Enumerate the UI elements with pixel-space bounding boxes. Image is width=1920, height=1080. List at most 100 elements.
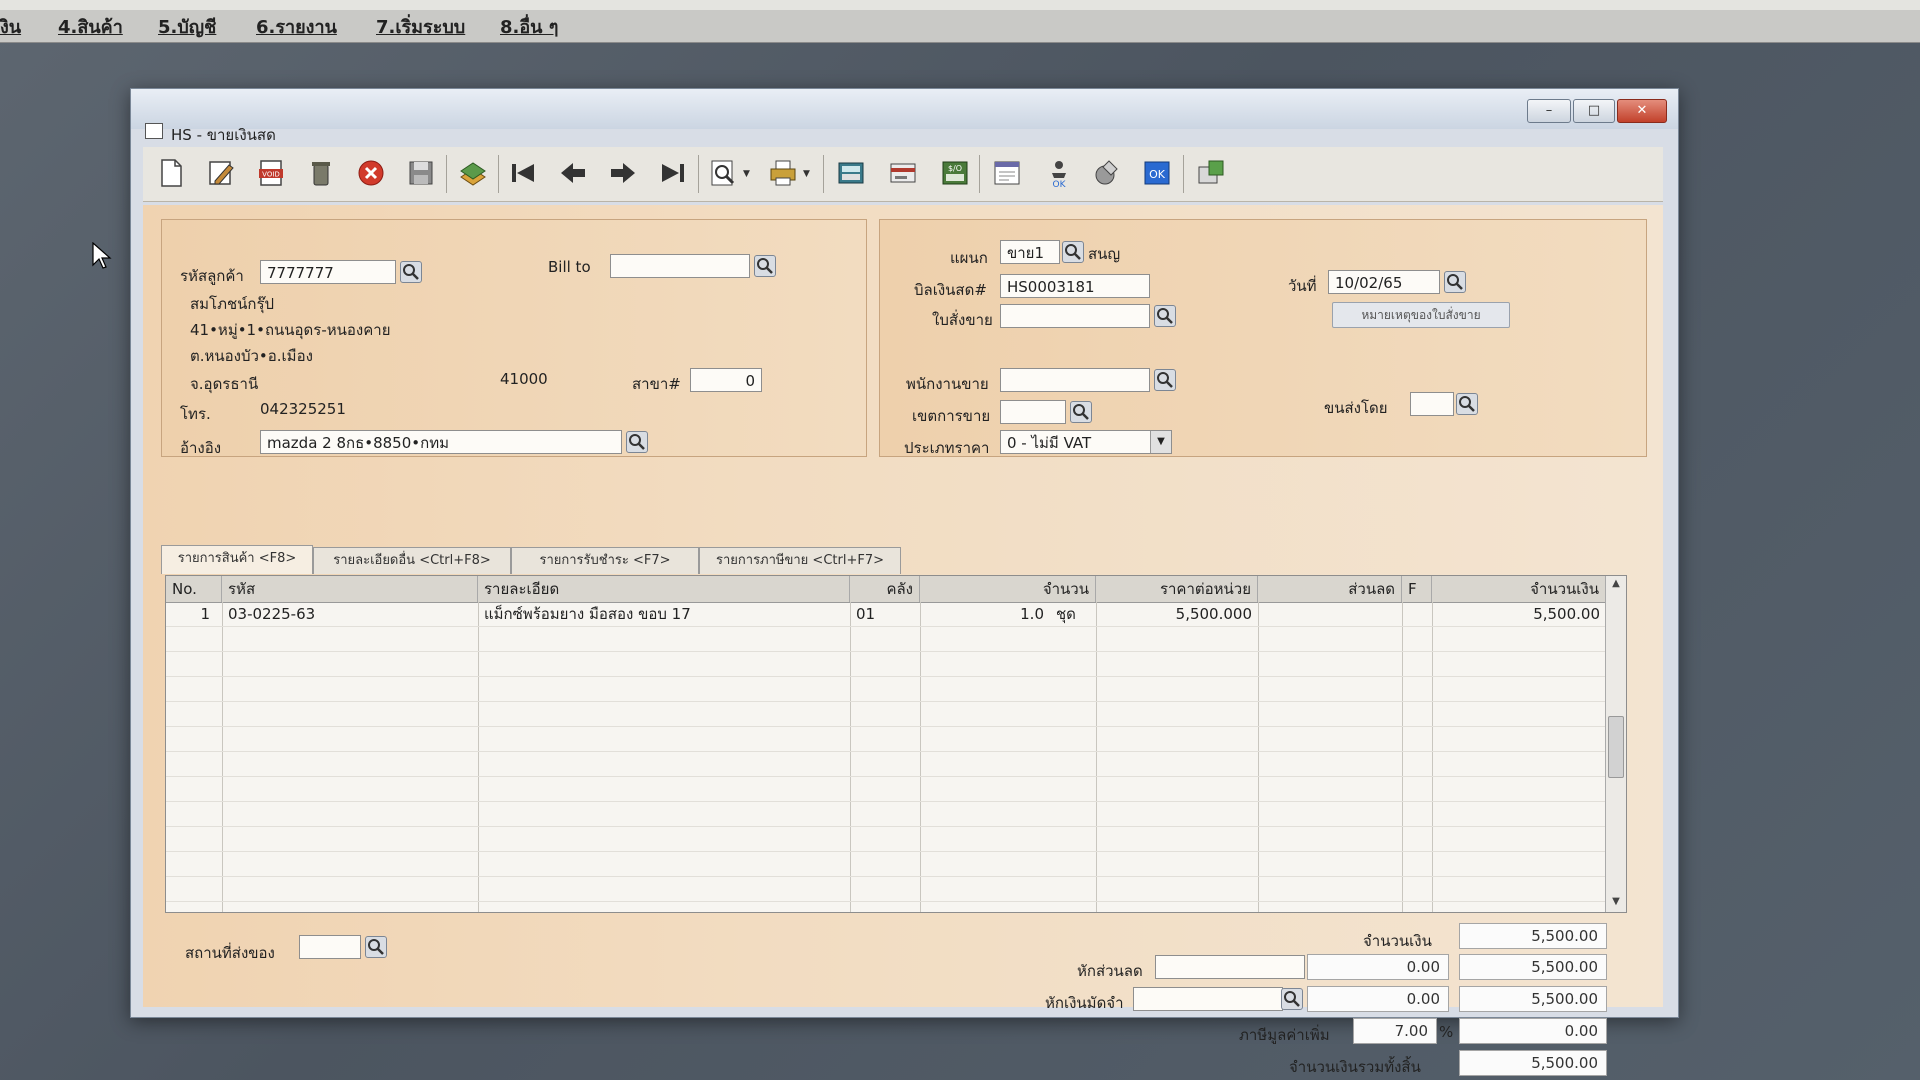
table-row[interactable] — [166, 627, 1606, 652]
last-record-icon[interactable] — [655, 155, 691, 191]
menu-item-setup[interactable]: 7.เริ่มระบบ — [376, 12, 465, 41]
table-row[interactable] — [166, 677, 1606, 702]
salesman-input[interactable] — [1000, 368, 1150, 392]
table-row[interactable]: 1 03-0225-63 แม็กซ์พร้อมยาง มือสอง ขอบ 1… — [166, 602, 1606, 627]
department-label: แผนก — [950, 249, 988, 267]
menu-item-products[interactable]: 4.สินค้า — [58, 12, 123, 41]
table-row[interactable] — [166, 727, 1606, 752]
approve-icon[interactable]: OK — [1041, 155, 1077, 191]
find-dropdown-icon[interactable]: ▼ — [743, 169, 750, 179]
col-description[interactable]: รายละเอียด — [478, 576, 850, 602]
tab-payments[interactable]: รายการรับชำระ <F7> — [511, 547, 699, 574]
date-input[interactable]: 10/02/65 — [1328, 270, 1440, 294]
first-record-icon[interactable] — [505, 155, 541, 191]
ship-place-input[interactable] — [299, 935, 361, 959]
table-row[interactable] — [166, 827, 1606, 852]
find-document-icon[interactable] — [705, 155, 741, 191]
col-warehouse[interactable]: คลัง — [850, 576, 920, 602]
table-row[interactable] — [166, 752, 1606, 777]
bill-to-label: Bill to — [548, 258, 591, 276]
vat-rate-input[interactable]: 7.00 — [1353, 1018, 1437, 1044]
edit-icon[interactable] — [203, 155, 239, 191]
col-flag[interactable]: F — [1402, 576, 1432, 602]
tab-sales-tax[interactable]: รายการภาษีขาย <Ctrl+F7> — [699, 547, 901, 574]
tab-item-list[interactable]: รายการสินค้า <F8> — [161, 545, 313, 574]
menu-item-others[interactable]: 8.อื่น ๆ — [500, 12, 558, 41]
cancel-icon[interactable] — [353, 155, 389, 191]
bill-to-search-icon[interactable] — [754, 255, 776, 277]
date-search-icon[interactable] — [1444, 271, 1466, 293]
price-type-select[interactable]: 0 - ไม่มี VAT — [1000, 430, 1172, 454]
menu-item-accounts[interactable]: 5.บัญชี — [158, 12, 216, 41]
sales-area-input[interactable] — [1000, 400, 1066, 424]
customer-code-input[interactable]: 7777777 — [260, 260, 396, 284]
sales-area-search-icon[interactable] — [1070, 401, 1092, 423]
toolbar-separator — [823, 155, 824, 193]
col-unit-price[interactable]: ราคาต่อหน่วย — [1096, 576, 1258, 602]
new-icon[interactable] — [153, 155, 189, 191]
col-discount[interactable]: ส่วนลด — [1258, 576, 1402, 602]
save-icon[interactable] — [403, 155, 439, 191]
previous-record-icon[interactable] — [555, 155, 591, 191]
tab-other-details[interactable]: รายละเอียดอื่น <Ctrl+F8> — [313, 547, 511, 574]
ship-by-search-icon[interactable] — [1456, 393, 1478, 415]
department-input[interactable]: ขาย1 — [1000, 240, 1060, 264]
calculator-icon[interactable] — [833, 155, 869, 191]
discount-text-input[interactable] — [1155, 955, 1305, 979]
card-icon[interactable] — [885, 155, 921, 191]
menu-strip — [0, 0, 1920, 10]
table-row[interactable] — [166, 777, 1606, 802]
reference-input[interactable]: mazda 2 8กธ•8850•กทม — [260, 430, 622, 454]
table-row[interactable] — [166, 702, 1606, 727]
customer-search-icon[interactable] — [400, 261, 422, 283]
col-code[interactable]: รหัส — [222, 576, 478, 602]
bill-number-input[interactable]: HS0003181 — [1000, 274, 1150, 298]
tools-icon[interactable] — [1089, 155, 1125, 191]
reference-search-icon[interactable] — [626, 431, 648, 453]
form-icon[interactable] — [989, 155, 1025, 191]
delete-icon[interactable] — [303, 155, 339, 191]
department-search-icon[interactable] — [1062, 241, 1084, 263]
sales-order-input[interactable] — [1000, 304, 1150, 328]
table-row[interactable] — [166, 852, 1606, 877]
ship-by-input[interactable] — [1410, 392, 1454, 416]
money-icon[interactable]: $/O — [937, 155, 973, 191]
print-dropdown-icon[interactable]: ▼ — [803, 169, 810, 179]
close-button[interactable]: ✕ — [1617, 99, 1667, 123]
minimize-button[interactable]: – — [1527, 99, 1571, 123]
col-no[interactable]: No. — [166, 576, 222, 602]
col-amount[interactable]: จำนวนเงิน — [1432, 576, 1606, 602]
void-icon[interactable]: VOID — [253, 155, 289, 191]
toolbar-separator — [1183, 155, 1184, 193]
chevron-down-icon[interactable]: ▼ — [1150, 431, 1171, 453]
discount-value[interactable]: 0.00 — [1307, 954, 1449, 980]
scroll-thumb[interactable] — [1608, 716, 1624, 778]
customer-panel: รหัสลูกค้า 7777777 Bill to สมโภชน์กรุ๊ป … — [161, 219, 867, 457]
scroll-down-icon[interactable]: ▼ — [1606, 896, 1626, 907]
branch-input[interactable]: 0 — [690, 368, 762, 392]
table-row[interactable] — [166, 802, 1606, 827]
export-icon[interactable] — [1193, 155, 1229, 191]
sales-order-search-icon[interactable] — [1154, 305, 1176, 327]
toolbar-separator — [698, 155, 699, 193]
ship-place-search-icon[interactable] — [365, 936, 387, 958]
print-icon[interactable] — [765, 155, 801, 191]
customer-code-label: รหัสลูกค้า — [180, 267, 244, 285]
scroll-up-icon[interactable]: ▲ — [1606, 578, 1626, 589]
menu-item-finance[interactable]: งิน — [0, 12, 21, 41]
stack-icon[interactable] — [455, 155, 491, 191]
deposit-value[interactable]: 0.00 — [1307, 986, 1449, 1012]
menu-item-reports[interactable]: 6.รายงาน — [256, 12, 337, 41]
deposit-search-icon[interactable] — [1281, 988, 1303, 1010]
col-quantity[interactable]: จำนวน — [920, 576, 1096, 602]
table-row[interactable] — [166, 877, 1606, 902]
next-record-icon[interactable] — [605, 155, 641, 191]
bill-to-input[interactable] — [610, 254, 750, 278]
salesman-search-icon[interactable] — [1154, 369, 1176, 391]
maximize-button[interactable]: □ — [1573, 99, 1615, 123]
table-row[interactable] — [166, 652, 1606, 677]
order-note-button[interactable]: หมายเหตุของใบสั่งขาย — [1332, 302, 1510, 328]
grid-scrollbar[interactable]: ▲ ▼ — [1605, 576, 1626, 912]
ok-icon[interactable]: OK — [1139, 155, 1175, 191]
deposit-text-input[interactable] — [1133, 987, 1283, 1011]
